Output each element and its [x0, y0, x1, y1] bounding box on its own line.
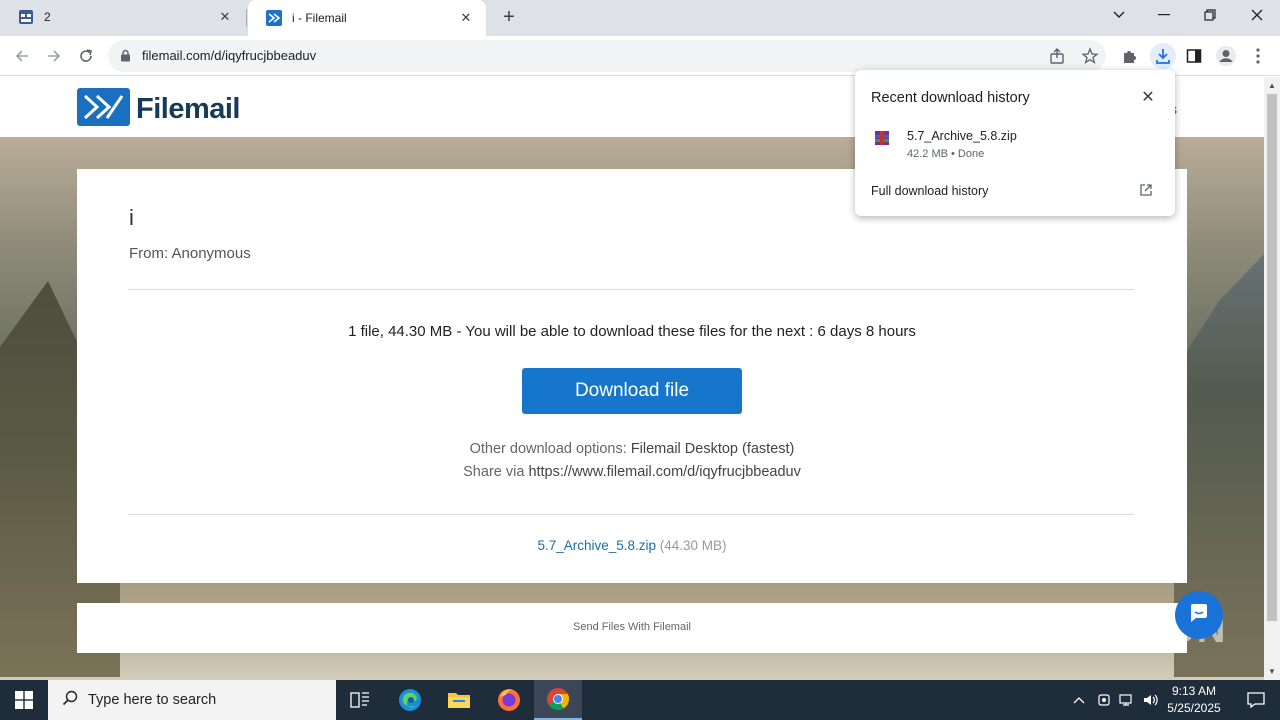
windows-taskbar: Type here to search 9:13 AM 5/25/2025 [0, 680, 1280, 720]
tab-separator [246, 9, 247, 27]
divider [128, 514, 1134, 515]
downloaded-file-name[interactable]: 5.7_Archive_5.8.zip [907, 129, 1017, 143]
other-download-options: Other download options: Filemail Desktop… [77, 441, 1187, 457]
share-url[interactable]: https://www.filemail.com/d/iqyfrucjbbead… [528, 464, 800, 480]
transfer-info: 1 file, 44.30 MB - You will be able to d… [348, 323, 916, 340]
restore-icon[interactable] [1187, 0, 1233, 30]
lock-icon [120, 49, 131, 67]
close-icon[interactable]: ✕ [1139, 88, 1157, 106]
share-label: Share via [463, 464, 529, 480]
share-icon[interactable] [1048, 47, 1066, 65]
tab-search-chevron-icon[interactable] [1096, 0, 1142, 30]
firefox-icon[interactable] [485, 680, 533, 720]
notifications-icon[interactable] [1232, 680, 1280, 720]
forward-arrow-icon[interactable] [40, 42, 68, 70]
filemail-logo[interactable]: Filemail [77, 88, 241, 131]
meet-now-icon[interactable] [1093, 680, 1115, 720]
download-history-popup: Recent download history ✕ 5.7_Archive_5.… [855, 70, 1175, 216]
minimize-icon[interactable] [1141, 0, 1187, 30]
scrollbar-thumb[interactable] [1267, 94, 1277, 621]
downloaded-file-meta: 42.2 MB • Done [907, 148, 985, 160]
clock-time: 9:13 AM [1171, 684, 1217, 698]
downloads-icon[interactable] [1150, 43, 1176, 69]
footer-link[interactable]: Send Files With Filemail [77, 621, 1187, 633]
menu-kebab-icon[interactable] [1246, 44, 1270, 68]
page-scrollbar[interactable]: ▲ ▼ [1264, 77, 1280, 680]
calendar-favicon-icon [18, 9, 34, 25]
archive-file-icon [874, 130, 890, 146]
extensions-puzzle-icon[interactable] [1118, 44, 1142, 68]
full-download-history-link[interactable]: Full download history [871, 184, 988, 198]
site-footer: Send Files With Filemail [77, 603, 1187, 653]
edge-browser-icon[interactable] [386, 680, 434, 720]
bookmark-star-icon[interactable] [1081, 47, 1099, 65]
address-bar[interactable]: filemail.com/d/iqyfrucjbbeaduv [108, 40, 1106, 72]
tab-inactive[interactable]: 2 ✕ [0, 0, 245, 34]
clock-date: 5/25/2025 [1167, 701, 1221, 715]
download-card: i From: Anonymous 1 file, 44.30 MB - You… [77, 169, 1187, 583]
filemail-favicon-icon [266, 10, 282, 26]
other-options-label: Other download options: [469, 441, 631, 457]
scroll-up-icon[interactable]: ▲ [1268, 81, 1276, 90]
side-panel-icon[interactable] [1182, 44, 1206, 68]
search-placeholder: Type here to search [88, 692, 217, 708]
file-explorer-icon[interactable] [435, 680, 483, 720]
close-window-icon[interactable] [1234, 0, 1280, 30]
network-icon[interactable] [1116, 680, 1138, 720]
task-view-icon[interactable] [336, 680, 384, 720]
chat-bubble-icon [1187, 601, 1211, 630]
file-download-link[interactable]: 5.7_Archive_5.8.zip [537, 538, 656, 553]
desktop-app-link[interactable]: Filemail Desktop (fastest) [631, 441, 795, 457]
tab-strip: 2 ✕ i - Filemail ✕ + [0, 0, 1280, 36]
system-clock[interactable]: 9:13 AM 5/25/2025 [1163, 683, 1225, 717]
chrome-icon[interactable] [534, 680, 582, 720]
tab-title: i - Filemail [292, 11, 347, 25]
back-arrow-icon[interactable] [8, 42, 36, 70]
volume-icon[interactable] [1140, 680, 1162, 720]
tab-title: 2 [44, 10, 51, 24]
taskbar-search-box[interactable]: Type here to search [48, 680, 336, 720]
popup-title: Recent download history [871, 90, 1030, 106]
new-tab-button[interactable]: + [497, 5, 521, 29]
file-size: (44.30 MB) [659, 538, 727, 553]
search-icon [62, 690, 78, 711]
tab-active[interactable]: i - Filemail ✕ [248, 0, 486, 36]
windows-start-icon[interactable] [0, 680, 48, 720]
scroll-down-icon[interactable]: ▼ [1268, 667, 1276, 676]
share-line: Share via https://www.filemail.com/d/iqy… [77, 464, 1187, 480]
divider [128, 289, 1134, 290]
url-text: filemail.com/d/iqyfrucjbbeaduv [142, 48, 317, 63]
chat-widget-button[interactable] [1175, 591, 1223, 639]
profile-avatar-icon[interactable] [1214, 44, 1238, 68]
transfer-title: i [129, 205, 134, 230]
filemail-logo-icon [77, 88, 130, 131]
sender-label: From: Anonymous [129, 245, 251, 262]
reload-icon[interactable] [72, 42, 100, 70]
tab-close-icon[interactable]: ✕ [217, 9, 233, 25]
open-external-icon[interactable] [1139, 183, 1155, 199]
file-list-item: 5.7_Archive_5.8.zip (44.30 MB) [77, 538, 1187, 553]
show-hidden-icons-chevron-icon[interactable] [1068, 680, 1090, 720]
brand-name: Filemail [136, 93, 241, 125]
download-file-button[interactable]: Download file [522, 368, 742, 414]
tab-close-icon[interactable]: ✕ [458, 10, 474, 26]
